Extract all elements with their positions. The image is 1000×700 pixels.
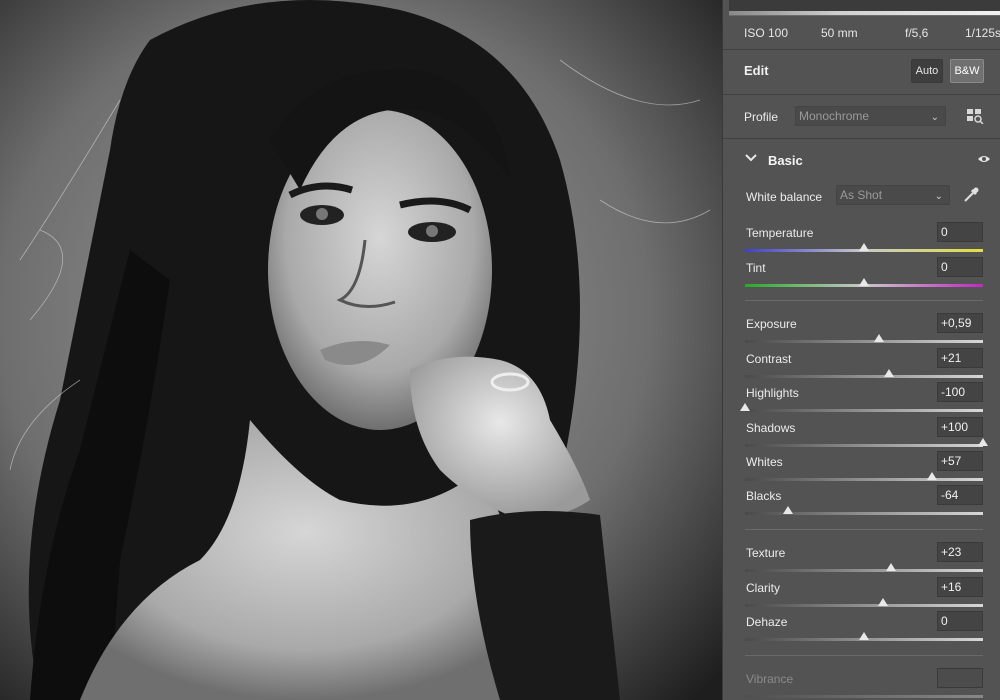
- slider-label: Exposure: [746, 317, 797, 331]
- white-balance-value: As Shot: [840, 188, 883, 202]
- slider-thumb[interactable]: [859, 278, 869, 286]
- photo-canvas[interactable]: [0, 0, 722, 700]
- slider-thumb[interactable]: [782, 506, 793, 514]
- slider-vibrance: Vibrance: [723, 668, 1000, 700]
- slider-clarity[interactable]: Clarity +16: [723, 577, 1000, 611]
- slider-highlights[interactable]: Highlights -100: [723, 382, 1000, 416]
- slider-tint[interactable]: Tint 0: [723, 257, 1000, 291]
- basic-section-header[interactable]: Basic: [723, 148, 1000, 172]
- slider-thumb[interactable]: [859, 243, 869, 251]
- divider: [745, 655, 983, 656]
- slider-thumb[interactable]: [978, 438, 988, 446]
- profile-browser-icon[interactable]: [964, 105, 986, 127]
- profile-label: Profile: [744, 110, 779, 124]
- slider-value-input[interactable]: -100: [937, 382, 983, 402]
- chevron-down-icon: ⌄: [934, 191, 943, 202]
- focal-length-readout: 50 mm: [821, 26, 858, 40]
- slider-thumb[interactable]: [859, 632, 869, 640]
- slider-value-input[interactable]: 0: [937, 257, 983, 277]
- auto-button[interactable]: Auto: [911, 59, 943, 83]
- edit-title: Edit: [744, 63, 769, 78]
- slider-track[interactable]: [745, 512, 983, 515]
- slider-thumb[interactable]: [926, 472, 937, 480]
- slider-label: Shadows: [746, 421, 796, 435]
- slider-track[interactable]: [745, 375, 983, 378]
- slider-label: Tint: [746, 261, 766, 275]
- slider-label: Contrast: [746, 352, 792, 366]
- slider-label: Clarity: [746, 581, 781, 595]
- slider-value-input[interactable]: +57: [937, 451, 983, 471]
- slider-temperature[interactable]: Temperature 0: [723, 222, 1000, 256]
- slider-track: [745, 695, 983, 698]
- basic-section-title: Basic: [768, 153, 803, 168]
- slider-value-input[interactable]: +0,59: [937, 313, 983, 333]
- eye-icon[interactable]: [977, 153, 991, 168]
- slider-value-input[interactable]: +23: [937, 542, 983, 562]
- slider-contrast[interactable]: Contrast +21: [723, 348, 1000, 382]
- slider-label: Temperature: [746, 226, 814, 240]
- slider-thumb[interactable]: [874, 334, 885, 342]
- divider: [745, 300, 983, 301]
- histogram: [729, 0, 1000, 16]
- slider-track[interactable]: [745, 340, 983, 343]
- slider-blacks[interactable]: Blacks -64: [723, 485, 1000, 519]
- edit-panel: ISO 100 50 mm f/5,6 1/125s Edit Auto B&W…: [722, 0, 1000, 700]
- slider-thumb[interactable]: [878, 598, 889, 606]
- profile-value: Monochrome: [799, 109, 870, 123]
- portrait-photo: [0, 0, 722, 700]
- slider-track[interactable]: [745, 604, 983, 607]
- slider-whites[interactable]: Whites +57: [723, 451, 1000, 485]
- slider-value-input[interactable]: +100: [937, 417, 983, 437]
- eyedropper-icon[interactable]: [960, 184, 982, 206]
- slider-value-input: [937, 668, 983, 688]
- divider: [723, 49, 1000, 50]
- slider-label: Vibrance: [746, 672, 794, 686]
- slider-label: Blacks: [746, 489, 782, 503]
- divider: [745, 529, 983, 530]
- slider-value-input[interactable]: -64: [937, 485, 983, 505]
- slider-value-input[interactable]: +21: [937, 348, 983, 368]
- slider-track[interactable]: [745, 569, 983, 572]
- slider-value-input[interactable]: 0: [937, 611, 983, 631]
- slider-exposure[interactable]: Exposure +0,59: [723, 313, 1000, 347]
- slider-dehaze[interactable]: Dehaze 0: [723, 611, 1000, 645]
- slider-track[interactable]: [745, 478, 983, 481]
- bw-button[interactable]: B&W: [950, 59, 984, 83]
- divider: [723, 138, 1000, 139]
- divider: [723, 94, 1000, 95]
- slider-label: Whites: [746, 455, 783, 469]
- chevron-down-icon: ⌄: [930, 112, 939, 123]
- slider-track[interactable]: [745, 409, 983, 412]
- slider-thumb[interactable]: [886, 563, 897, 571]
- iso-readout: ISO 100: [744, 26, 789, 40]
- white-balance-select[interactable]: As Shot ⌄: [836, 185, 950, 205]
- slider-label: Texture: [746, 546, 786, 560]
- profile-select[interactable]: Monochrome ⌄: [795, 106, 946, 126]
- slider-label: Highlights: [746, 386, 799, 400]
- slider-thumb[interactable]: [740, 403, 750, 411]
- slider-label: Dehaze: [746, 615, 788, 629]
- slider-value-input[interactable]: +16: [937, 577, 983, 597]
- white-balance-label: White balance: [746, 190, 823, 204]
- slider-texture[interactable]: Texture +23: [723, 542, 1000, 576]
- shutter-readout: 1/125s: [965, 26, 1000, 40]
- slider-thumb[interactable]: [883, 369, 894, 377]
- slider-shadows[interactable]: Shadows +100: [723, 417, 1000, 451]
- slider-track[interactable]: [745, 444, 983, 447]
- chevron-down-icon[interactable]: [745, 152, 757, 166]
- slider-value-input[interactable]: 0: [937, 222, 983, 242]
- aperture-readout: f/5,6: [905, 26, 929, 40]
